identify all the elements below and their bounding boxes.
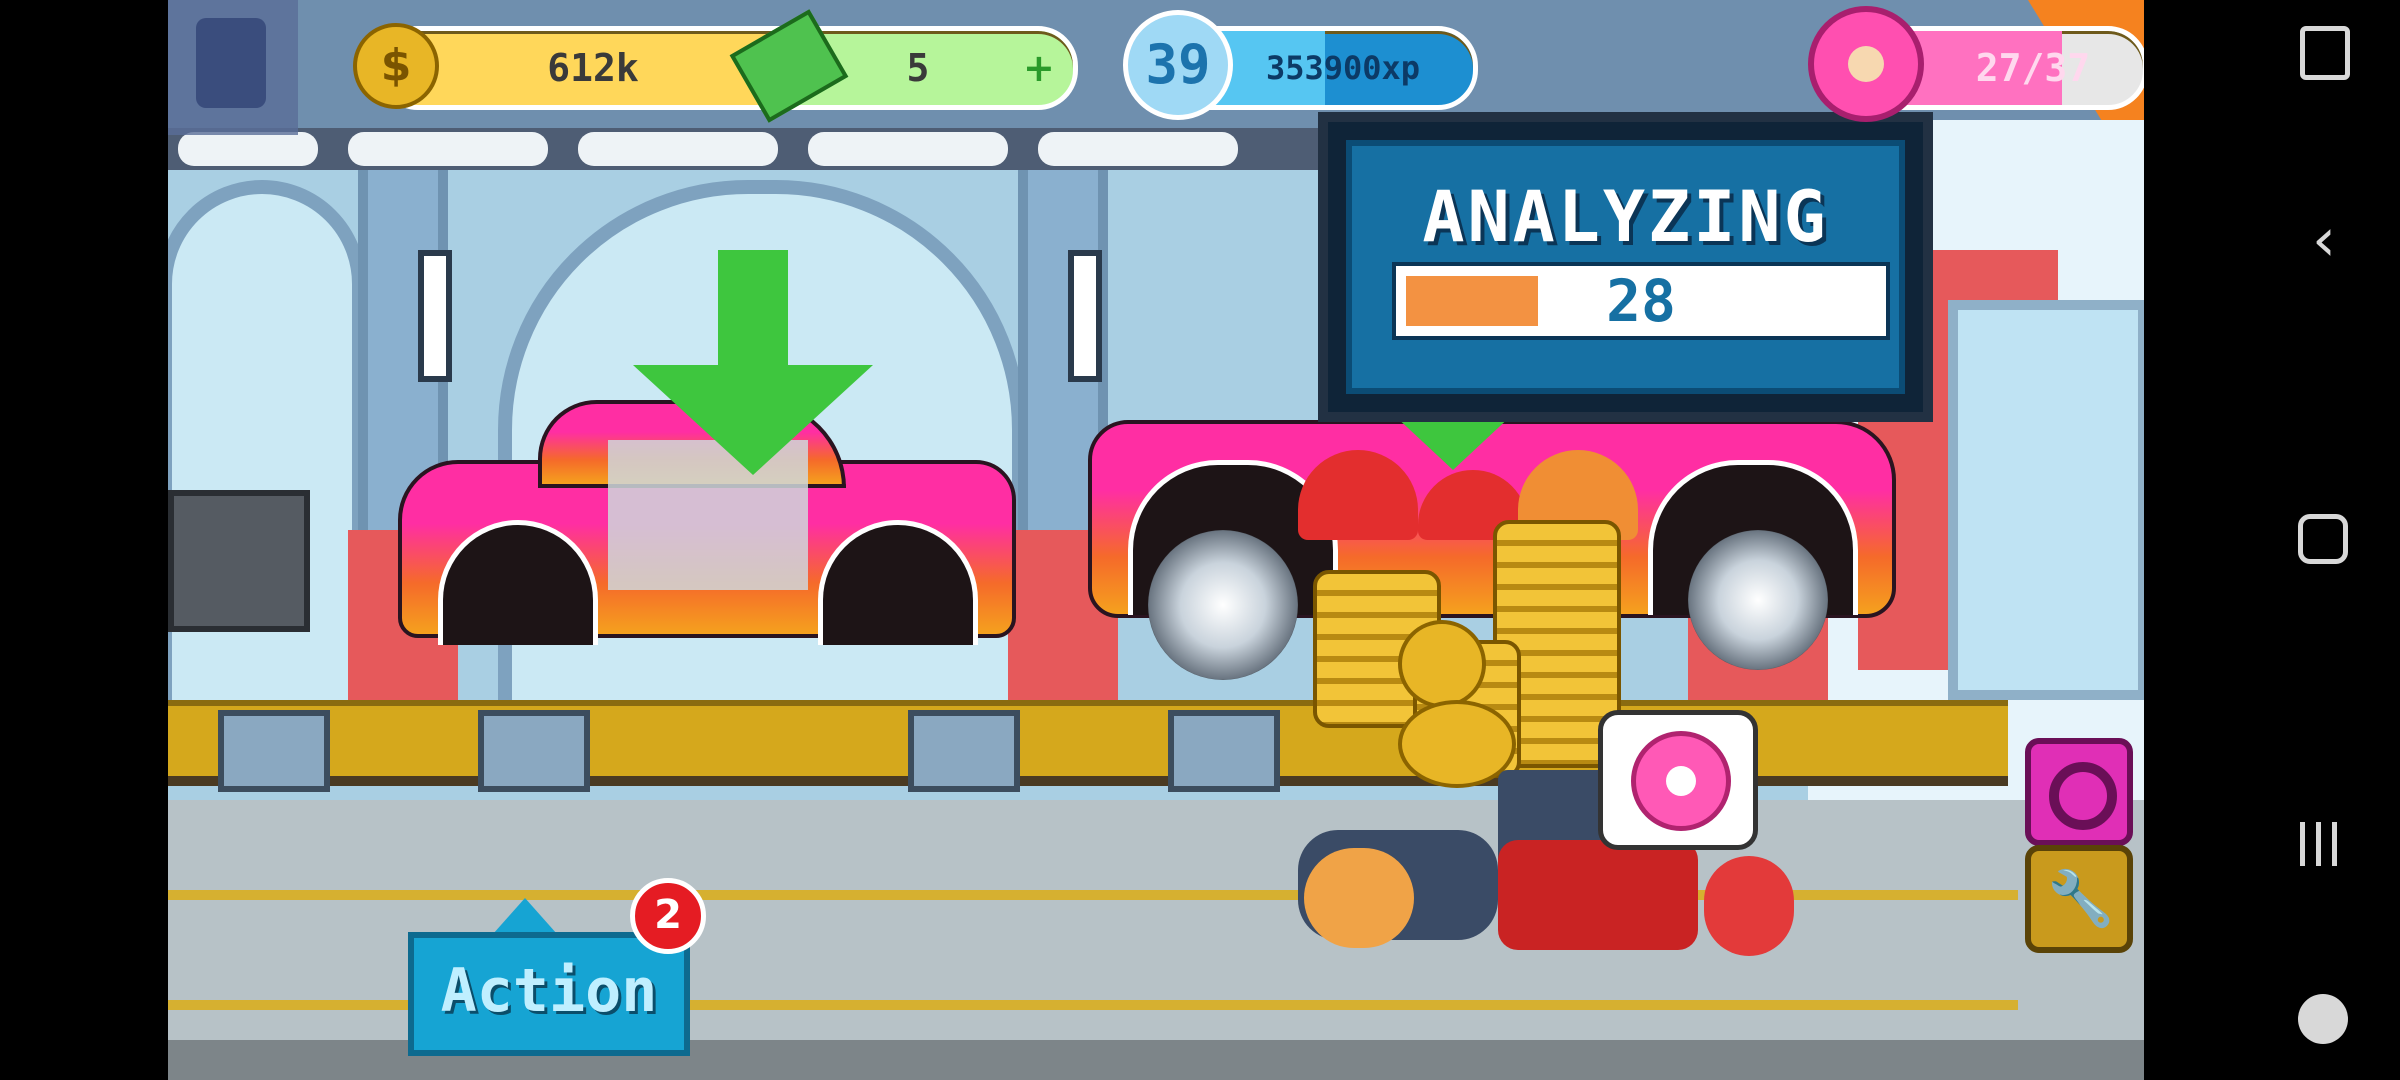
action-button-label: Action	[440, 956, 658, 1026]
ceiling-lamp	[808, 132, 1008, 166]
conveyor-cart	[478, 710, 590, 792]
game-tools-icon[interactable]	[2298, 994, 2348, 1044]
back-button[interactable]: ‹	[2284, 200, 2364, 280]
action-arrow-up-icon	[493, 898, 557, 934]
add-cash-button[interactable]: +	[1023, 31, 1055, 105]
side-machine	[168, 490, 310, 632]
home-button[interactable]	[2298, 514, 2348, 564]
conveyor-cart	[218, 710, 330, 792]
car-wheel	[1688, 530, 1828, 670]
worker-helmet	[1704, 856, 1794, 956]
profile-icon	[196, 18, 266, 108]
donut-ring-icon	[2049, 762, 2117, 830]
coin-icon	[1398, 620, 1486, 708]
cash-value: 5	[906, 46, 930, 90]
upgrade-button[interactable]: 🔧	[2025, 845, 2133, 953]
conveyor-cart	[908, 710, 1020, 792]
worker-character[interactable]	[1498, 840, 1698, 950]
donut-icon	[1631, 731, 1731, 831]
analyzing-value: 28	[1606, 267, 1676, 335]
xp-value: 353900xp	[1265, 49, 1421, 87]
analyzing-panel: ANALYZING 28	[1318, 112, 1933, 422]
ceiling-lamp	[178, 132, 318, 166]
wall-light	[418, 250, 452, 382]
donut-speech-bubble[interactable]	[1598, 710, 1758, 850]
analyzing-title: ANALYZING	[1422, 176, 1829, 258]
coins-value: 612k	[547, 46, 639, 90]
game-viewport[interactable]: ANALYZING 28 $ 612k + 5 + 353900xp 39 27…	[168, 0, 2144, 1080]
ceiling-lamp	[1038, 132, 1238, 166]
level-value: 39	[1145, 33, 1211, 96]
recents-button[interactable]	[2298, 822, 2342, 866]
action-button[interactable]: Action	[408, 932, 690, 1056]
ceiling-lamp	[348, 132, 548, 166]
wrench-icon: 🔧	[2047, 867, 2115, 930]
cash-counter[interactable]: 5 +	[729, 9, 1078, 123]
donut-shop-button[interactable]	[2025, 738, 2133, 846]
right-window	[1948, 300, 2144, 700]
dollar-coin-icon: $	[353, 23, 439, 109]
factory-window	[168, 180, 366, 738]
level-star-icon: 39	[1123, 10, 1233, 120]
conveyor-cart	[1168, 710, 1280, 792]
car-wheel	[1148, 530, 1298, 680]
system-nav-bar: ‹	[2144, 0, 2400, 1080]
analyzing-progress-bar: 28	[1392, 262, 1890, 340]
donut-icon	[1808, 6, 1924, 122]
action-notification-badge: 2	[630, 878, 706, 954]
menu-avatar-button[interactable]	[168, 0, 298, 135]
car-interior	[608, 440, 808, 590]
donut-value: 27/37	[1975, 46, 2091, 90]
green-arrow-down-icon	[718, 250, 788, 370]
car-shell[interactable]	[398, 400, 1016, 645]
worker-helmet	[1304, 848, 1414, 948]
wall-light	[1068, 250, 1102, 382]
ceiling-lamp	[578, 132, 778, 166]
screenshot-edit-icon[interactable]	[2300, 26, 2350, 80]
